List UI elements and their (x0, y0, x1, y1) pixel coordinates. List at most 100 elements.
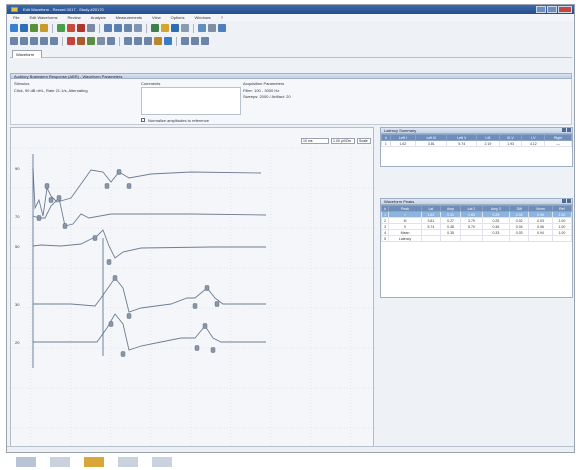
menu-options[interactable]: Options (171, 15, 185, 20)
peak-marker[interactable] (112, 275, 118, 281)
table-cell: 1.93 (498, 140, 523, 147)
zoom-in-icon[interactable] (104, 24, 112, 32)
app-icon (11, 7, 18, 12)
table-cell: 2.19 (476, 140, 500, 147)
merge-icon[interactable] (144, 37, 152, 45)
peak-marker[interactable] (194, 345, 200, 351)
invert-icon[interactable] (124, 37, 132, 45)
stack-icon[interactable] (151, 24, 159, 32)
panel-close-icon[interactable] (567, 128, 571, 132)
print-icon[interactable] (30, 24, 38, 32)
peak-marker[interactable] (56, 195, 62, 201)
cursor-icon[interactable] (87, 24, 95, 32)
peak-marker[interactable] (116, 169, 122, 175)
peak-marker[interactable] (44, 183, 50, 189)
menu-file[interactable]: File (13, 15, 19, 20)
peak-marker[interactable] (62, 223, 68, 229)
peak-marker[interactable] (48, 197, 54, 203)
normalize-label: Normalize amplitudes to reference (148, 118, 209, 123)
trace-5-icon[interactable] (50, 37, 58, 45)
peak-marker[interactable] (126, 313, 132, 319)
table-cell (460, 235, 483, 242)
zoom-out-icon[interactable] (114, 24, 122, 32)
average-icon[interactable] (107, 37, 115, 45)
stimulus-value: Click, 90 dB nHL, Rate 21.1/s, Alternati… (14, 88, 88, 93)
window-controls (536, 6, 572, 13)
taskbar-app-3-icon[interactable] (84, 456, 104, 467)
compare-icon[interactable] (154, 37, 162, 45)
peak-marker[interactable] (36, 215, 42, 221)
trace-1-icon[interactable] (10, 37, 18, 45)
panel-close-icon[interactable] (567, 199, 571, 203)
peak-marker[interactable] (214, 301, 220, 307)
waveform-trace[interactable] (32, 167, 262, 217)
peak-marker[interactable] (106, 259, 112, 265)
stimulus-label: Stimulus (14, 81, 30, 86)
menu-view[interactable]: View (152, 15, 161, 20)
wave-icon[interactable] (124, 24, 132, 32)
peak-marker[interactable] (202, 323, 208, 329)
toolbar-separator (176, 36, 177, 46)
peak-marker[interactable] (126, 183, 132, 189)
menu-measurements[interactable]: Measurements (116, 15, 142, 20)
filter-icon[interactable] (97, 37, 105, 45)
trace-3-icon[interactable] (30, 37, 38, 45)
trace-4-icon[interactable] (40, 37, 48, 45)
taskbar-app-2-icon[interactable] (50, 456, 70, 467)
peak-marker[interactable] (92, 235, 98, 241)
taskbar-app-5-icon[interactable] (152, 456, 172, 467)
split-icon[interactable] (134, 37, 142, 45)
print-preview-icon[interactable] (181, 37, 189, 45)
main-toolbar (10, 22, 226, 34)
menu-help[interactable]: ? (221, 15, 223, 20)
open-icon[interactable] (10, 24, 18, 32)
maximize-icon[interactable] (547, 6, 557, 13)
export-icon[interactable] (164, 37, 172, 45)
peak-icon[interactable] (67, 37, 75, 45)
peak-marker[interactable] (108, 321, 114, 327)
trace-2-icon[interactable] (20, 37, 28, 45)
tab-waveform[interactable]: Waveform (12, 50, 42, 58)
menu-windows[interactable]: Windows (194, 15, 210, 20)
report-icon[interactable] (198, 24, 206, 32)
toolbar-separator (119, 36, 120, 46)
trace-level-label: 50 (15, 244, 20, 249)
remove-icon[interactable] (67, 24, 75, 32)
peak-marker[interactable] (204, 285, 210, 291)
note-icon[interactable] (201, 37, 209, 45)
measure-icon[interactable] (171, 24, 179, 32)
marker-icon[interactable] (77, 24, 85, 32)
acquisition-label: Acquisition Parameters (243, 81, 285, 86)
amplitude-icon[interactable] (87, 37, 95, 45)
menu-analysis[interactable]: Analysis (91, 15, 106, 20)
table-icon[interactable] (191, 37, 199, 45)
save-icon[interactable] (20, 24, 28, 32)
folder-icon[interactable] (161, 24, 169, 32)
chart-icon[interactable] (181, 24, 189, 32)
panel-pin-icon[interactable] (562, 128, 566, 132)
taskbar-app-1-icon[interactable] (16, 456, 36, 467)
peak-marker[interactable] (192, 303, 198, 309)
minimize-icon[interactable] (536, 6, 546, 13)
table-row[interactable]: 5 Latency (381, 235, 572, 242)
settings-icon[interactable] (208, 24, 216, 32)
add-icon[interactable] (57, 24, 65, 32)
grid-icon[interactable] (134, 24, 142, 32)
peak-marker[interactable] (104, 183, 110, 189)
help-icon[interactable] (218, 24, 226, 32)
peak-marker[interactable] (120, 351, 126, 357)
menu-edit-waveforms[interactable]: Edit Waveforms (29, 15, 57, 20)
waveform-trace-area[interactable]: 10 ms 1.00 µV/Div Scale 90 70 50 30 20 (10, 127, 375, 449)
close-icon[interactable] (558, 6, 572, 13)
menu-review[interactable]: Review (68, 15, 81, 20)
edit-icon[interactable] (40, 24, 48, 32)
title-bar: Edit Waveform - Record 0017 - Study #201… (7, 5, 574, 14)
table-row[interactable]: 1 1.62 3.81 5.74 2.19 1.93 4.12— (381, 140, 572, 147)
normalize-checkbox[interactable] (141, 118, 145, 122)
comments-field[interactable] (141, 87, 241, 115)
latency-icon[interactable] (77, 37, 85, 45)
latency-summary-panel: Latency Summary # Left I Left III Left V I-I… (380, 127, 573, 167)
panel-pin-icon[interactable] (562, 199, 566, 203)
peak-marker[interactable] (210, 347, 216, 353)
taskbar-app-4-icon[interactable] (118, 456, 138, 467)
